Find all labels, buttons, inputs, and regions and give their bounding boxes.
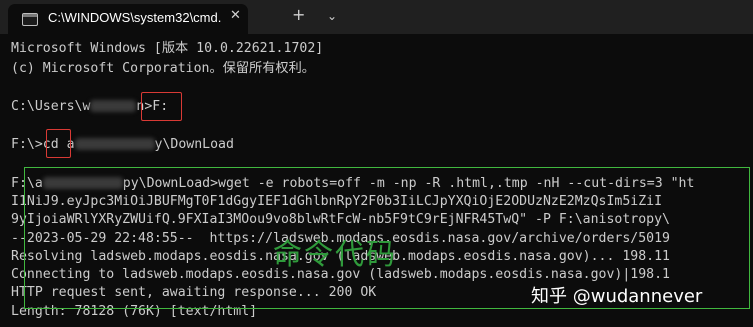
terminal-line: F:\>cd a y\DownLoad	[11, 137, 234, 152]
watermark: 知乎 @wudannever	[531, 286, 703, 307]
tab-cmd[interactable]: C:\WINDOWS\system32\cmd. ✕	[8, 4, 248, 34]
annotation-label: 命令代码	[273, 237, 398, 271]
highlight-box-cd	[46, 129, 71, 158]
terminal-line: Microsoft Windows [版本 10.0.22621.1702]	[11, 41, 324, 56]
redacted-text	[74, 138, 155, 150]
redacted-text	[90, 100, 137, 112]
tab-title: C:\WINDOWS\system32\cmd.	[48, 10, 222, 25]
terminal-line: (c) Microsoft Corporation。保留所有权利。	[11, 61, 315, 76]
close-icon[interactable]: ✕	[230, 8, 241, 23]
highlight-box-drive	[141, 92, 182, 121]
tab-bar: C:\WINDOWS\system32\cmd. ✕ + ⌄	[0, 0, 753, 34]
terminal-icon	[22, 13, 38, 26]
new-tab-button[interactable]: +	[292, 5, 305, 24]
chevron-down-icon[interactable]: ⌄	[327, 9, 337, 23]
